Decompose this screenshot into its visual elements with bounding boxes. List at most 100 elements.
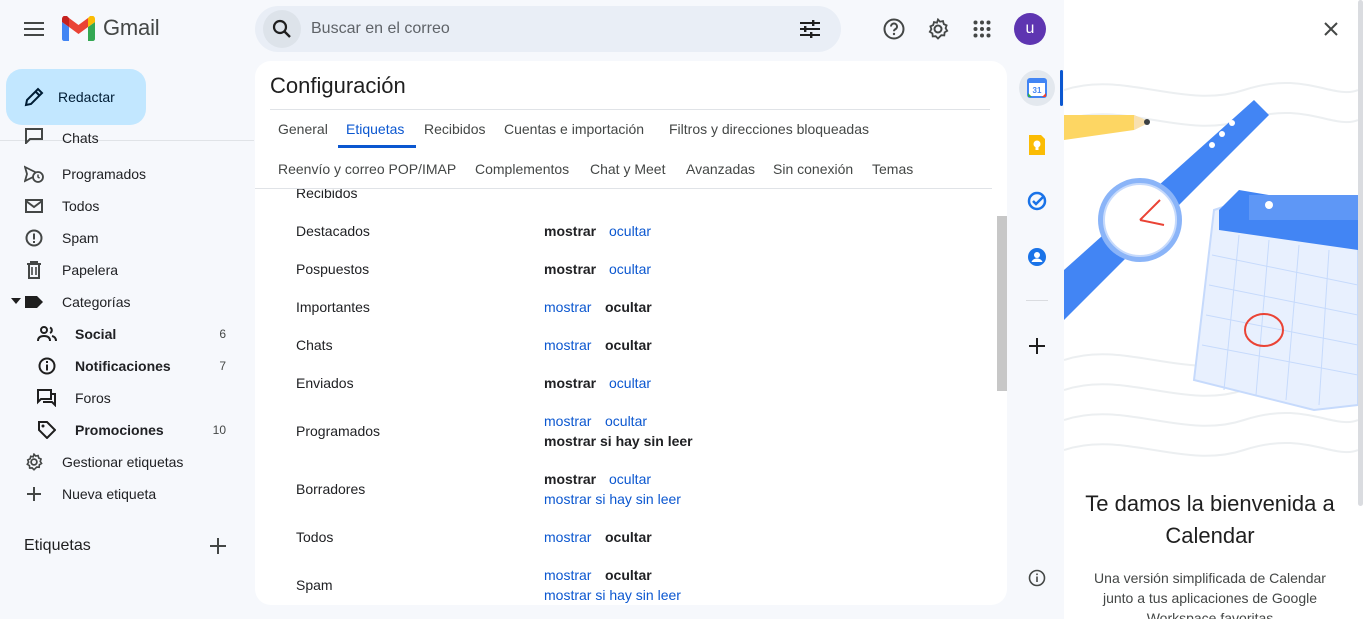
label-row-name: Spam — [296, 577, 333, 593]
tab-temas[interactable]: Temas — [872, 161, 913, 177]
sidebar-item-label: Nueva etiqueta — [62, 486, 157, 502]
gear-icon — [24, 452, 44, 472]
hide-option[interactable]: ocultar — [605, 413, 647, 429]
sidebar-item-spam[interactable]: Spam — [0, 222, 254, 254]
tune-icon — [800, 20, 820, 38]
hide-option[interactable]: ocultar — [605, 299, 652, 315]
tab-recibidos[interactable]: Recibidos — [424, 121, 485, 137]
sidebar-item-programados[interactable]: Programados — [0, 158, 254, 190]
page-title: Configuración — [270, 73, 406, 98]
tab-filtros[interactable]: Filtros y direcciones bloqueadas — [669, 121, 869, 137]
sidebar-item-label: Foros — [75, 390, 111, 406]
rail-active-indicator — [1060, 70, 1063, 106]
show-if-unread-option[interactable]: mostrar si hay sin leer — [544, 433, 693, 449]
caret-down-icon[interactable] — [11, 298, 21, 304]
account-avatar[interactable]: u — [1014, 13, 1046, 45]
side-panel-scrollbar[interactable] — [1358, 0, 1363, 506]
sidebar-item-foros[interactable]: Foros — [0, 382, 254, 414]
sidebar-item-label: Programados — [62, 166, 147, 182]
label-row-name: Programados — [296, 423, 381, 439]
tasks-app-button[interactable] — [1019, 183, 1055, 219]
unread-count: 7 — [219, 359, 226, 373]
show-option[interactable]: mostrar — [544, 375, 596, 391]
sidebar-item-label: Chats — [62, 130, 99, 146]
search-input[interactable] — [311, 6, 771, 52]
sidebar-item-categorias[interactable]: Categorías — [0, 286, 254, 318]
compose-label: Redactar — [58, 89, 115, 105]
sidebar-item-social[interactable]: Social 6 — [0, 318, 254, 350]
tab-complementos[interactable]: Complementos — [475, 161, 569, 177]
main-menu-button[interactable] — [14, 9, 54, 49]
search-button[interactable] — [263, 10, 301, 48]
gmail-logo[interactable]: Gmail — [62, 15, 160, 41]
plus-icon — [24, 484, 44, 504]
calendar-side-panel: Te damos la bienvenida a Calendar Una ve… — [1064, 0, 1363, 619]
tab-etiquetas[interactable]: Etiquetas — [346, 121, 404, 137]
sidebar-item-todos[interactable]: Todos — [0, 190, 254, 222]
hide-option[interactable]: ocultar — [605, 337, 652, 353]
show-if-unread-option[interactable]: mostrar si hay sin leer — [544, 491, 681, 507]
hide-option[interactable]: ocultar — [609, 223, 651, 239]
settings-scrollbar[interactable] — [997, 216, 1007, 391]
search-options-button[interactable] — [795, 14, 825, 44]
compose-button[interactable]: Redactar — [6, 69, 146, 125]
new-label-link[interactable]: Nueva etiqueta — [0, 478, 254, 510]
labels-list: Recibidos Destacados mostrar ocultar Pos… — [255, 189, 995, 605]
show-option[interactable]: mostrar — [544, 413, 591, 429]
show-option[interactable]: mostrar — [544, 223, 596, 239]
sidebar-item-label: Notificaciones — [75, 358, 171, 374]
label-row-name: Pospuestos — [296, 261, 370, 277]
plus-icon — [210, 538, 226, 554]
label-row-name: Enviados — [296, 375, 354, 391]
show-option[interactable]: mostrar — [544, 529, 591, 545]
hide-option[interactable]: ocultar — [609, 471, 651, 487]
search-bar[interactable] — [255, 6, 841, 52]
tab-general[interactable]: General — [278, 121, 328, 137]
help-button[interactable] — [874, 9, 914, 49]
side-panel-info-button[interactable] — [1019, 560, 1055, 596]
label-row-name: Borradores — [296, 481, 366, 497]
sidebar-item-label: Todos — [62, 198, 100, 214]
info-icon — [1028, 569, 1046, 587]
unread-count: 10 — [212, 423, 226, 437]
contacts-app-button[interactable] — [1019, 239, 1055, 275]
label-row-name: Chats — [296, 337, 333, 353]
get-addons-button[interactable] — [1019, 328, 1055, 364]
labels-header: Etiquetas — [24, 537, 91, 554]
show-option[interactable]: mostrar — [544, 337, 591, 353]
calendar-app-button[interactable]: 31 — [1019, 70, 1055, 106]
keep-app-button[interactable] — [1019, 127, 1055, 163]
hide-option[interactable]: ocultar — [609, 261, 651, 277]
tab-chat-meet[interactable]: Chat y Meet — [590, 161, 665, 177]
tab-avanzadas[interactable]: Avanzadas — [686, 161, 755, 177]
show-option[interactable]: mostrar — [544, 261, 596, 277]
settings-panel: Configuración General Etiquetas Recibido… — [255, 61, 1007, 605]
apps-button[interactable] — [962, 9, 1002, 49]
sidebar-item-notificaciones[interactable]: Notificaciones 7 — [0, 350, 254, 382]
show-option[interactable]: mostrar — [544, 299, 591, 315]
welcome-description: Una versión simplificada de Calendar jun… — [1094, 570, 1326, 619]
close-icon — [1324, 22, 1338, 36]
settings-button[interactable] — [918, 9, 958, 49]
people-icon — [37, 324, 57, 344]
tab-cuentas[interactable]: Cuentas e importación — [504, 121, 644, 137]
tab-sin-conexion[interactable]: Sin conexión — [773, 161, 853, 177]
show-if-unread-option[interactable]: mostrar si hay sin leer — [544, 587, 681, 603]
show-option[interactable]: mostrar — [544, 567, 591, 583]
sidebar-item-papelera[interactable]: Papelera — [0, 254, 254, 286]
hide-option[interactable]: ocultar — [609, 375, 651, 391]
apps-grid-icon — [973, 20, 991, 38]
keep-icon — [1029, 135, 1045, 155]
hide-option[interactable]: ocultar — [605, 567, 652, 583]
manage-labels-link[interactable]: Gestionar etiquetas — [0, 446, 254, 478]
rail-divider — [1026, 300, 1048, 301]
hide-option[interactable]: ocultar — [605, 529, 652, 545]
pencil-icon — [24, 87, 44, 107]
tab-reenvio[interactable]: Reenvío y correo POP/IMAP — [278, 161, 456, 177]
close-panel-button[interactable] — [1320, 18, 1342, 40]
scheduled-icon — [24, 164, 44, 184]
sidebar-item-promociones[interactable]: Promociones 10 — [0, 414, 254, 446]
create-label-button[interactable] — [210, 538, 230, 558]
sidebar-item-chats[interactable]: Chats — [0, 126, 254, 146]
show-option[interactable]: mostrar — [544, 471, 596, 487]
